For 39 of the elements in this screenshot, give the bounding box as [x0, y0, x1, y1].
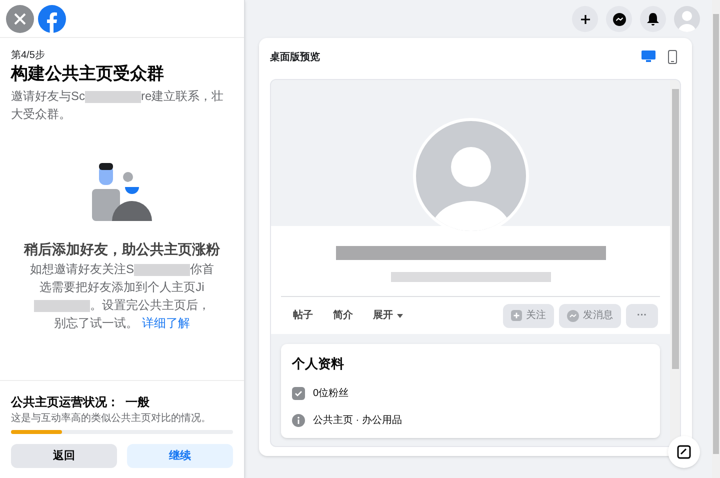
- page-tab[interactable]: 简介: [333, 308, 353, 323]
- about-item: 0位粉丝: [313, 386, 349, 400]
- messenger-icon: [612, 12, 626, 26]
- step-label: 第4/5步: [11, 48, 46, 63]
- redacted-block: [85, 90, 142, 103]
- info-icon: [292, 414, 305, 426]
- preview-title: 桌面版预览: [270, 50, 320, 64]
- checkbox-icon: [292, 386, 305, 400]
- logo-icon: [38, 4, 66, 32]
- messenger-button[interactable]: [606, 6, 632, 32]
- about-item: 公共主页 · 办公用品: [313, 414, 402, 428]
- promo-title: 稍后添加好友，助公共主页涨粉: [22, 240, 221, 259]
- promo-text: 如想邀请好友关注S 你首选需要把好友添加到个人主页Ji 。设置完公共主页后，别忘了试一试。 详细了解: [29, 261, 215, 332]
- redacted-block: [34, 300, 90, 312]
- learn-more-link[interactable]: 详细了解: [142, 316, 190, 330]
- page-tab[interactable]: 帖子: [293, 308, 313, 323]
- phone-icon[interactable]: [668, 50, 677, 64]
- about-title: 个人资料: [292, 355, 345, 373]
- edit-button[interactable]: [668, 436, 700, 468]
- people-illustration-icon: [92, 163, 152, 221]
- plus-icon: [580, 14, 590, 24]
- health-title: 公共主页运营状况： 一般: [11, 394, 151, 411]
- edit-icon: [677, 445, 691, 459]
- intro-text: 邀请好友与Sc re建立联系，壮大受众群。: [11, 88, 225, 123]
- notifications-button[interactable]: [640, 6, 666, 32]
- messenger-icon: [567, 310, 579, 322]
- health-text: 这是与互动率高的类似公共主页对比的情况。: [11, 412, 212, 426]
- create-button[interactable]: [572, 6, 598, 32]
- bell-icon: [647, 12, 659, 26]
- desktop-icon[interactable]: [641, 50, 656, 63]
- caret-icon: [397, 314, 403, 318]
- redacted-block: [134, 264, 190, 276]
- continue-button[interactable]: 继续: [127, 444, 233, 468]
- close-button[interactable]: [6, 4, 34, 32]
- close-icon: [13, 12, 27, 26]
- back-button[interactable]: 返回: [11, 444, 117, 468]
- wizard-title: 构建公共主页受众群: [11, 63, 165, 85]
- page-tab[interactable]: 展开: [373, 308, 403, 323]
- plus-icon: [511, 310, 522, 321]
